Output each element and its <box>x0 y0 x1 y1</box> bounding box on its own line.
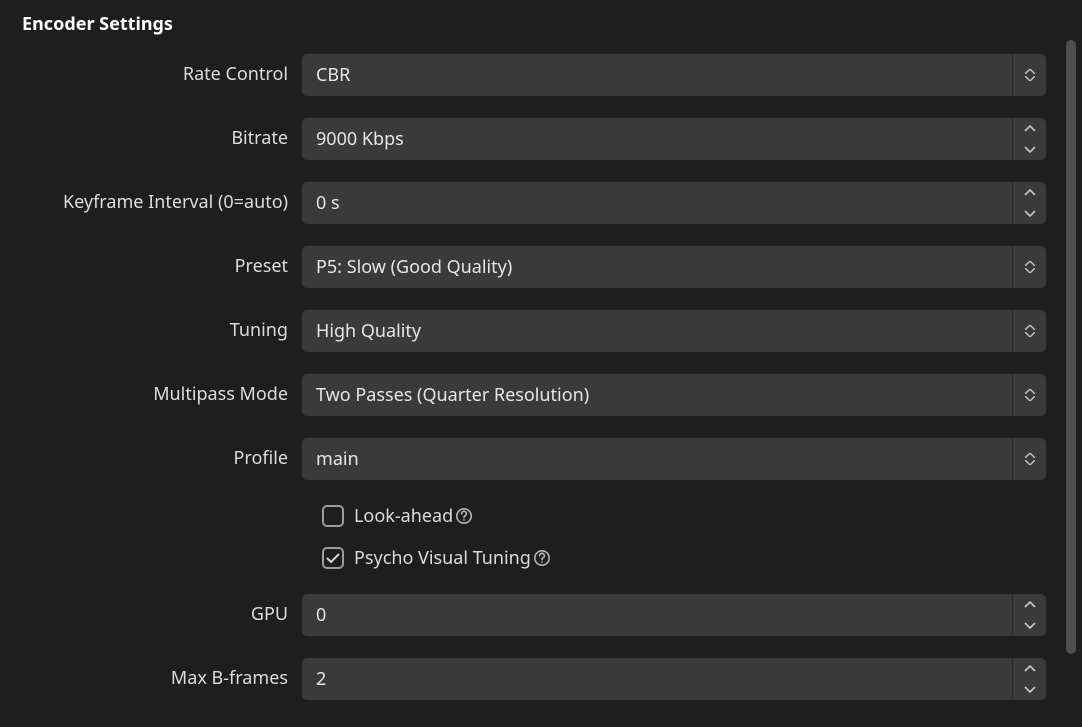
look-ahead-checkbox[interactable] <box>322 505 344 527</box>
spinner-arrows <box>1012 118 1046 160</box>
preset-value: P5: Slow (Good Quality) <box>302 255 1012 279</box>
dropdown-caret-icon <box>1012 438 1046 480</box>
spinner-down-icon[interactable] <box>1013 203 1046 224</box>
row-tuning: Tuning High Quality <box>22 310 1046 352</box>
keyframe-interval-spinner[interactable]: 0 s <box>302 182 1046 224</box>
psycho-visual-tuning-checkbox[interactable] <box>322 547 344 569</box>
psycho-visual-tuning-label: Psycho Visual Tuning <box>354 546 551 570</box>
bitrate-spinner[interactable]: 9000 Kbps <box>302 118 1046 160</box>
row-profile: Profile main <box>22 438 1046 480</box>
bitrate-value: 9000 Kbps <box>302 127 1012 151</box>
row-keyframe-interval: Keyframe Interval (0=auto) 0 s <box>22 182 1046 224</box>
row-multipass-mode: Multipass Mode Two Passes (Quarter Resol… <box>22 374 1046 416</box>
row-bitrate: Bitrate 9000 Kbps <box>22 118 1046 160</box>
label-bitrate: Bitrate <box>22 129 302 149</box>
help-icon[interactable] <box>533 549 551 567</box>
rate-control-value: CBR <box>302 63 1012 87</box>
encoder-settings-form: Rate Control CBR Bitrate 9000 Kbps <box>22 54 1074 700</box>
spinner-up-icon[interactable] <box>1013 594 1046 615</box>
scrollbar-thumb[interactable] <box>1066 40 1076 654</box>
label-max-bframes: Max B-frames <box>22 669 302 689</box>
dropdown-caret-icon <box>1012 310 1046 352</box>
spinner-arrows <box>1012 594 1046 636</box>
row-max-bframes: Max B-frames 2 <box>22 658 1046 700</box>
spinner-up-icon[interactable] <box>1013 118 1046 139</box>
panel-title: Encoder Settings <box>22 12 1074 36</box>
gpu-value: 0 <box>302 603 1012 627</box>
row-rate-control: Rate Control CBR <box>22 54 1046 96</box>
rate-control-select[interactable]: CBR <box>302 54 1046 96</box>
multipass-mode-value: Two Passes (Quarter Resolution) <box>302 383 1012 407</box>
profile-select[interactable]: main <box>302 438 1046 480</box>
label-rate-control: Rate Control <box>22 65 302 85</box>
tuning-value: High Quality <box>302 319 1012 343</box>
row-preset: Preset P5: Slow (Good Quality) <box>22 246 1046 288</box>
label-tuning: Tuning <box>22 321 302 341</box>
multipass-mode-select[interactable]: Two Passes (Quarter Resolution) <box>302 374 1046 416</box>
row-gpu: GPU 0 <box>22 594 1046 636</box>
preset-select[interactable]: P5: Slow (Good Quality) <box>302 246 1046 288</box>
spinner-down-icon[interactable] <box>1013 139 1046 160</box>
scrollbar[interactable] <box>1066 40 1076 707</box>
help-icon[interactable] <box>455 507 473 525</box>
profile-value: main <box>302 447 1012 471</box>
max-bframes-spinner[interactable]: 2 <box>302 658 1046 700</box>
spinner-arrows <box>1012 658 1046 700</box>
spinner-up-icon[interactable] <box>1013 658 1046 679</box>
look-ahead-label: Look-ahead <box>354 504 473 528</box>
spinner-down-icon[interactable] <box>1013 679 1046 700</box>
label-preset: Preset <box>22 257 302 277</box>
row-psycho-visual-tuning: Psycho Visual Tuning <box>322 544 1046 572</box>
label-gpu: GPU <box>22 605 302 625</box>
label-keyframe-interval: Keyframe Interval (0=auto) <box>22 193 302 213</box>
max-bframes-value: 2 <box>302 667 1012 691</box>
label-profile: Profile <box>22 449 302 469</box>
tuning-select[interactable]: High Quality <box>302 310 1046 352</box>
label-multipass-mode: Multipass Mode <box>22 385 302 405</box>
dropdown-caret-icon <box>1012 246 1046 288</box>
dropdown-caret-icon <box>1012 374 1046 416</box>
gpu-spinner[interactable]: 0 <box>302 594 1046 636</box>
dropdown-caret-icon <box>1012 54 1046 96</box>
keyframe-interval-value: 0 s <box>302 191 1012 215</box>
spinner-up-icon[interactable] <box>1013 182 1046 203</box>
spinner-down-icon[interactable] <box>1013 615 1046 636</box>
encoder-settings-panel: Encoder Settings Rate Control CBR Bitrat… <box>0 0 1082 727</box>
spinner-arrows <box>1012 182 1046 224</box>
row-look-ahead: Look-ahead <box>322 502 1046 530</box>
